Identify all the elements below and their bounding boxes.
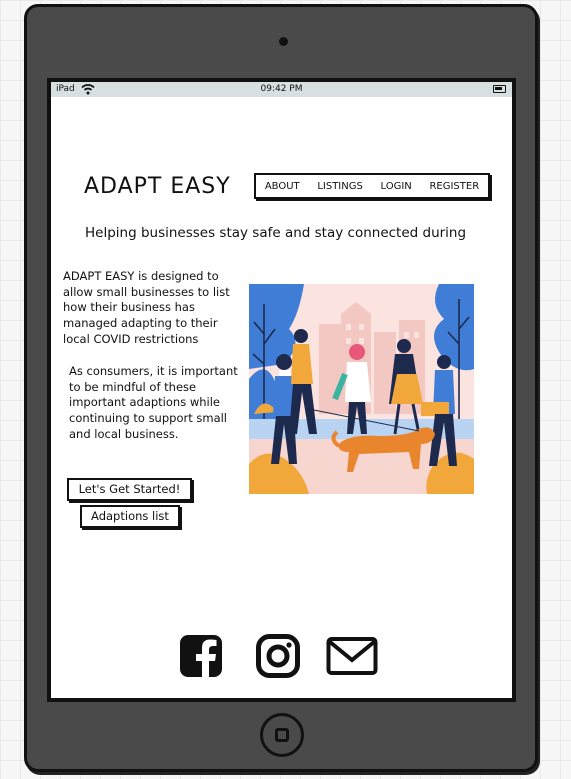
nav-login[interactable]: LOGIN [379,181,414,192]
nav-listings[interactable]: LISTINGS [315,181,365,192]
people-walking-illustration [249,284,474,494]
consumers-text: As consumers, it is important to be mind… [69,364,238,441]
instagram-icon[interactable] [256,633,300,679]
nav-register[interactable]: REGISTER [427,181,481,192]
main-nav: ABOUT LISTINGS LOGIN REGISTER [254,173,490,199]
intro-text: ADAPT EASY is designed to allow small bu… [63,269,230,346]
tagline: Helping businesses stay safe and stay co… [85,225,467,241]
status-bar: iPad 09:42 PM [51,82,512,97]
mail-icon[interactable] [326,633,378,679]
ipad-frame: iPad 09:42 PM ADAPT EASY ABOUT LISTINGS … [24,4,538,772]
battery-icon [493,85,506,93]
status-time: 09:42 PM [260,84,303,94]
facebook-icon[interactable] [179,633,223,679]
nav-about[interactable]: ABOUT [263,181,302,192]
get-started-button[interactable]: Let's Get Started! [67,478,192,501]
site-logo[interactable]: ADAPT EASY [84,174,231,199]
camera-dot [279,37,288,46]
adaptions-list-button[interactable]: Adaptions list [80,505,180,528]
ipad-screen: iPad 09:42 PM ADAPT EASY ABOUT LISTINGS … [47,78,516,702]
home-button[interactable] [260,713,304,757]
